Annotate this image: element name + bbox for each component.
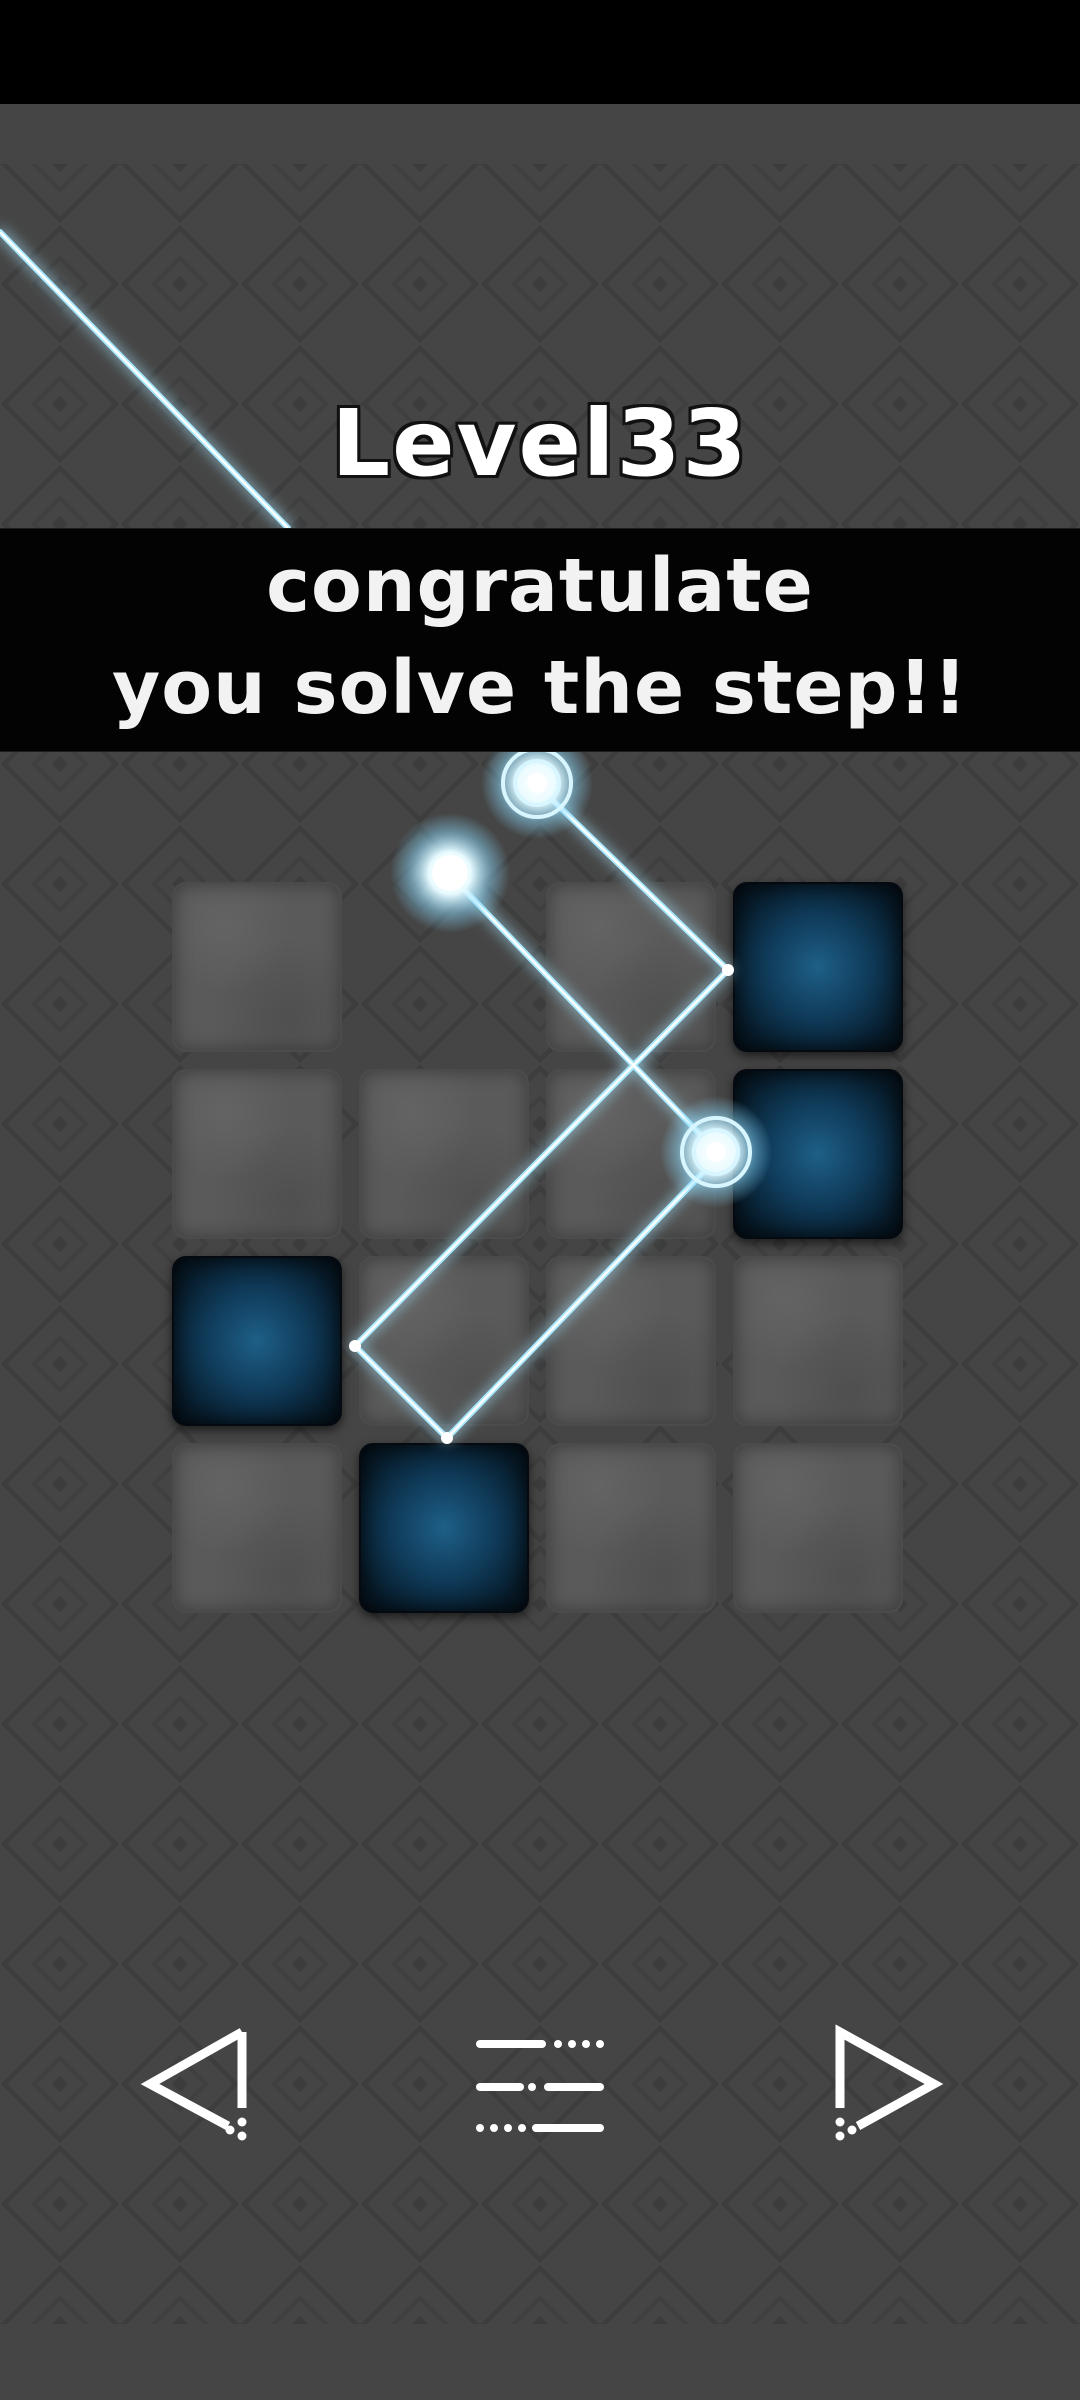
triangle-left-icon	[140, 2028, 247, 2141]
game-screen: Level33 congratulate you solve the step!…	[0, 0, 1080, 2400]
stone-tile[interactable]	[359, 1256, 529, 1426]
level-title: Level33	[331, 390, 749, 497]
puzzle-board	[172, 882, 908, 1618]
banner-line-congratulate: congratulate	[266, 543, 814, 629]
level-menu-icon	[476, 2040, 604, 2132]
mirror-tile[interactable]	[733, 1069, 903, 1239]
triangle-right-icon	[835, 2024, 944, 2141]
stone-tile[interactable]	[172, 1443, 342, 1613]
stone-tile[interactable]	[546, 1256, 716, 1426]
stone-tile[interactable]	[546, 1443, 716, 1613]
next-level-button[interactable]	[830, 2020, 950, 2150]
previous-level-button[interactable]	[136, 2020, 256, 2150]
stone-tile[interactable]	[172, 882, 342, 1052]
stone-tile[interactable]	[546, 882, 716, 1052]
mirror-tile[interactable]	[359, 1443, 529, 1613]
banner-line-solved: you solve the step!!	[111, 645, 969, 731]
stone-tile[interactable]	[172, 1069, 342, 1239]
success-banner: congratulate you solve the step!!	[0, 528, 1080, 752]
level-menu-button[interactable]	[476, 2020, 604, 2150]
mirror-tile[interactable]	[172, 1256, 342, 1426]
stone-tile[interactable]	[359, 1069, 529, 1239]
stone-tile[interactable]	[733, 1256, 903, 1426]
mirror-tile[interactable]	[733, 882, 903, 1052]
stone-tile[interactable]	[733, 1443, 903, 1613]
stone-tile[interactable]	[546, 1069, 716, 1239]
status-bar	[0, 0, 1080, 104]
